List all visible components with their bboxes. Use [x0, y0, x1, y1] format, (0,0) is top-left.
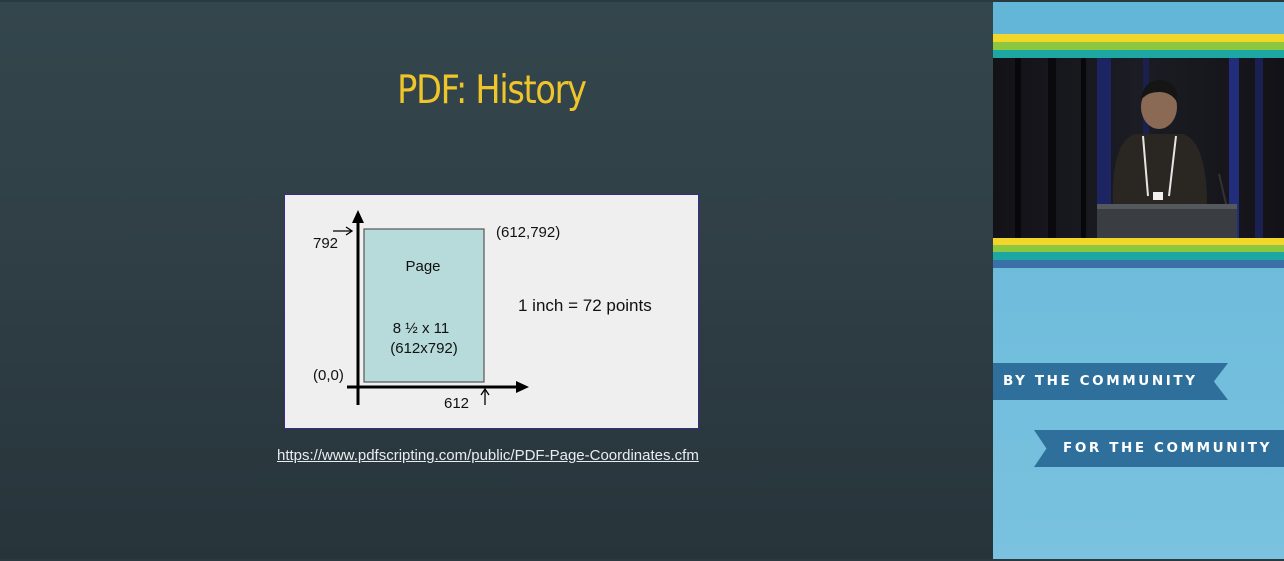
page-rectangle: [363, 228, 485, 383]
origin-label: (0,0): [313, 367, 344, 384]
podium: [1097, 206, 1237, 238]
speaker-camera-view: [993, 58, 1284, 238]
stripe-green-lower: [993, 245, 1284, 252]
page-size-label: 8 ½ x 11: [393, 320, 449, 337]
stripe-teal-lower: [993, 252, 1284, 260]
label-612: 612: [444, 395, 469, 412]
stripe-blue-lower: [993, 260, 1284, 268]
stripe-teal: [993, 50, 1284, 58]
page-dims-label: (612x792): [390, 340, 458, 357]
x-axis-arrowhead: [516, 381, 529, 393]
conversion-note: 1 inch = 72 points: [518, 296, 652, 315]
stripe-green: [993, 42, 1284, 50]
slide-title: PDF: History: [397, 68, 587, 113]
video-frame: PDF: History 792 (612,792) Page 8 ½ x 11…: [0, 0, 1284, 561]
presentation-slide: PDF: History 792 (612,792) Page 8 ½ x 11…: [0, 2, 993, 559]
label-792: 792: [313, 235, 338, 252]
conference-sidebar: BY THE COMMUNITY FOR THE COMMUNITY: [993, 2, 1284, 559]
page-coordinates-figure: 792 (612,792) Page 8 ½ x 11 (612x792) (0…: [284, 194, 699, 429]
coordinate-diagram: 792 (612,792) Page 8 ½ x 11 (612x792) (0…: [313, 210, 652, 412]
page-label: Page: [405, 258, 440, 275]
stripe-yellow: [993, 34, 1284, 42]
banner-by-the-community: BY THE COMMUNITY: [993, 363, 1228, 400]
source-link[interactable]: https://www.pdfscripting.com/public/PDF-…: [277, 447, 699, 464]
banner-for-the-community: FOR THE COMMUNITY: [1034, 430, 1284, 467]
y-axis-arrowhead: [352, 210, 364, 223]
speaker-video: [993, 58, 1284, 238]
label-top-right-corner: (612,792): [496, 224, 560, 241]
stripe-yellow-lower: [993, 238, 1284, 245]
